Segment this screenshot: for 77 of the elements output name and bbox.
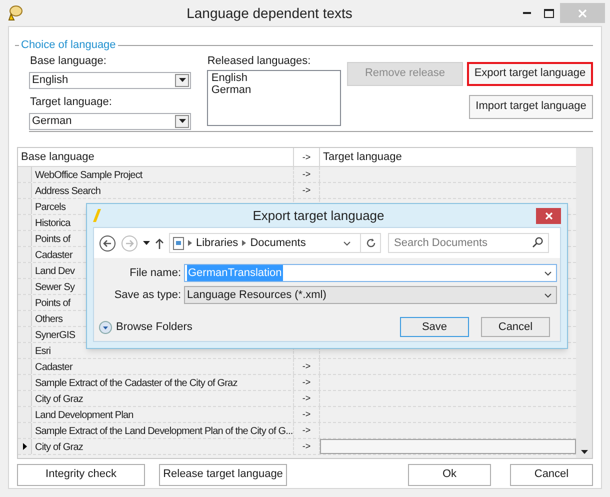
breadcrumb-item[interactable]: Documents xyxy=(250,234,306,252)
document-icon xyxy=(173,236,184,250)
table-cell: Land Dev xyxy=(35,266,75,276)
dropdown[interactable]: German xyxy=(29,112,192,130)
column-header[interactable]: Target language xyxy=(320,148,576,166)
field-label: Target language: xyxy=(30,96,113,108)
column-header[interactable]: -> xyxy=(294,148,320,166)
pencil-icon xyxy=(93,209,101,222)
table-cell: Parcels xyxy=(35,202,66,212)
list-item[interactable]: German xyxy=(211,84,337,96)
arrow-cell-text: -> xyxy=(302,424,311,436)
maximize-icon[interactable] xyxy=(544,8,554,18)
target-edit-field[interactable] xyxy=(320,438,576,454)
arrow-cell-text: -> xyxy=(302,184,311,196)
minimize-icon[interactable] xyxy=(523,12,531,14)
search-field[interactable]: Search Documents xyxy=(388,233,549,253)
dialog-button[interactable]: Save xyxy=(400,317,469,337)
arrow-cell-text: -> xyxy=(302,392,311,404)
table-cell: Cadaster xyxy=(35,250,72,260)
window-title: Language dependent texts xyxy=(186,4,354,23)
dialog-button[interactable]: Cancel xyxy=(510,464,593,486)
group-title: Choice of language xyxy=(20,38,117,53)
arrow-cell-text: -> xyxy=(302,376,311,388)
save-as-type-dropdown[interactable]: Language Resources (*.xml) xyxy=(184,286,557,304)
breadcrumb-item[interactable]: Libraries xyxy=(196,234,238,252)
up-icon[interactable] xyxy=(155,238,164,248)
table-cell: Historica xyxy=(35,218,70,228)
table-cell: Sample Extract of the Land Development Plan of the City of G... xyxy=(35,426,293,436)
browse-folders-toggle[interactable]: Browse Folders xyxy=(99,318,192,336)
close-icon xyxy=(544,212,552,220)
list-item[interactable]: English xyxy=(211,72,337,84)
arrow-cell-text: -> xyxy=(302,440,311,452)
table-cell: Address Search xyxy=(35,186,101,196)
table-cell: Esri xyxy=(35,346,51,356)
column-header[interactable]: Base language xyxy=(18,148,294,166)
table-cell: Sample Extract of the Cadaster of the City of Graz xyxy=(35,378,238,388)
dialog-button[interactable]: Cancel xyxy=(481,317,550,337)
chevron-icon xyxy=(188,240,192,246)
close-button[interactable] xyxy=(536,208,561,224)
arrow-cell-text: -> xyxy=(302,408,311,420)
field-label: Base language: xyxy=(30,54,108,68)
table-cell: SynerGIS xyxy=(35,330,76,340)
table-cell: Cadaster xyxy=(35,362,72,372)
forward-icon[interactable] xyxy=(121,234,138,252)
field-label: Released languages: xyxy=(207,54,312,68)
table-cell: City of Graz xyxy=(35,442,83,452)
table-cell: Others xyxy=(35,314,63,324)
table-cell: WebOffice Sample Project xyxy=(35,170,142,180)
search-icon xyxy=(532,237,543,248)
current-row-icon xyxy=(22,442,26,450)
table-cell: Land Development Plan xyxy=(35,410,134,420)
action-button[interactable]: Export target language xyxy=(467,62,593,86)
close-icon xyxy=(578,8,587,18)
table-cell: Points of xyxy=(35,234,70,244)
field-label: Save as type: xyxy=(113,288,182,303)
address-bar[interactable]: Libraries Documents xyxy=(169,233,381,253)
table-cell: Points of xyxy=(35,298,70,308)
table-cell: City of Graz xyxy=(35,394,83,404)
arrow-cell-text: -> xyxy=(302,168,311,180)
arrow-cell-text: -> xyxy=(302,360,311,372)
chevron-icon xyxy=(242,240,246,246)
expand-circle-icon xyxy=(99,320,112,334)
dropdown[interactable]: English xyxy=(29,72,192,88)
scrollbar[interactable] xyxy=(576,148,592,458)
dialog-button[interactable]: Ok xyxy=(408,464,491,486)
action-button[interactable]: Import target language xyxy=(469,94,593,118)
dialog-button[interactable]: Release target language xyxy=(159,464,287,486)
field-label: File name: xyxy=(128,266,182,281)
back-icon[interactable] xyxy=(99,234,116,252)
scroll-down-icon[interactable] xyxy=(580,450,588,454)
dialog-title: Export target language xyxy=(252,206,386,225)
recent-dropdown-icon[interactable] xyxy=(143,241,150,245)
row-header[interactable] xyxy=(18,438,32,454)
table-cell: Sewer Sy xyxy=(35,282,75,292)
released-languages-list[interactable]: English German xyxy=(207,70,341,126)
dialog-button[interactable]: Integrity check xyxy=(17,464,145,486)
app-icon xyxy=(7,5,23,21)
